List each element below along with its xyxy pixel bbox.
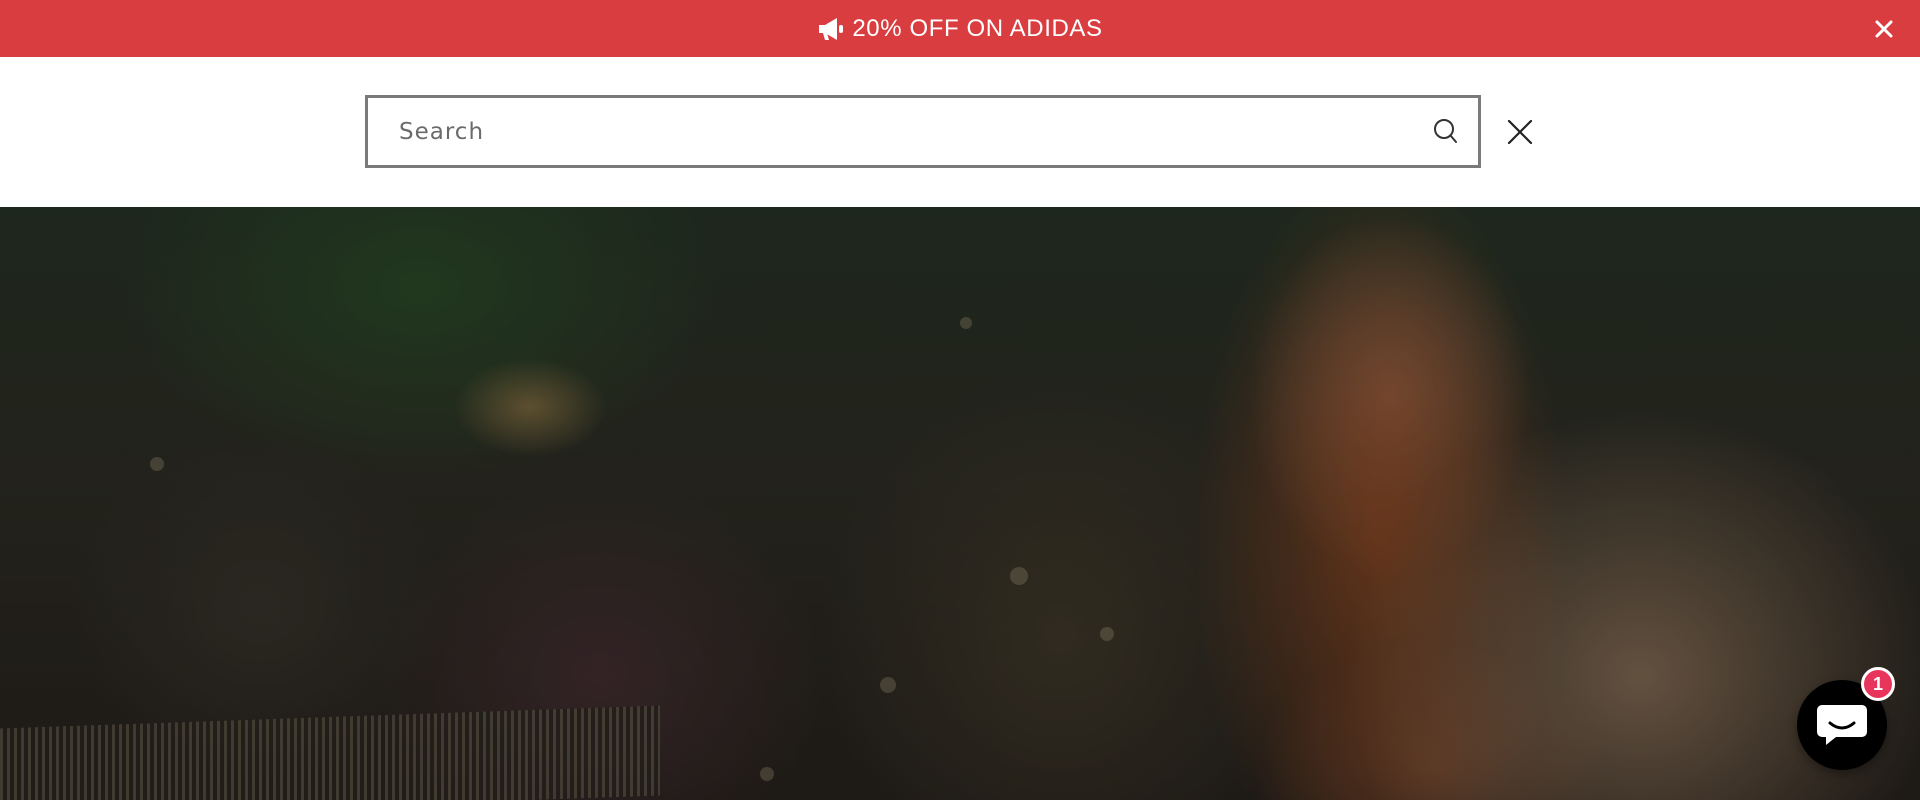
- megaphone-icon: [819, 18, 844, 40]
- hero-overlay: [0, 207, 1920, 800]
- chat-bubble-icon: [1817, 705, 1867, 745]
- announcement-message[interactable]: 20% OFF ON ADIDAS: [817, 15, 1102, 43]
- chat-notification-badge: 1: [1861, 667, 1895, 701]
- search-field: [365, 95, 1481, 168]
- close-search-button[interactable]: [1505, 117, 1535, 147]
- announcement-text: 20% OFF ON ADIDAS: [852, 15, 1103, 42]
- search-input[interactable]: [397, 101, 1397, 162]
- close-icon[interactable]: [1874, 19, 1894, 39]
- announcement-bar: 20% OFF ON ADIDAS: [0, 0, 1920, 57]
- hero-image: [0, 207, 1920, 800]
- search-header: [0, 57, 1920, 207]
- search-icon[interactable]: [1428, 117, 1458, 147]
